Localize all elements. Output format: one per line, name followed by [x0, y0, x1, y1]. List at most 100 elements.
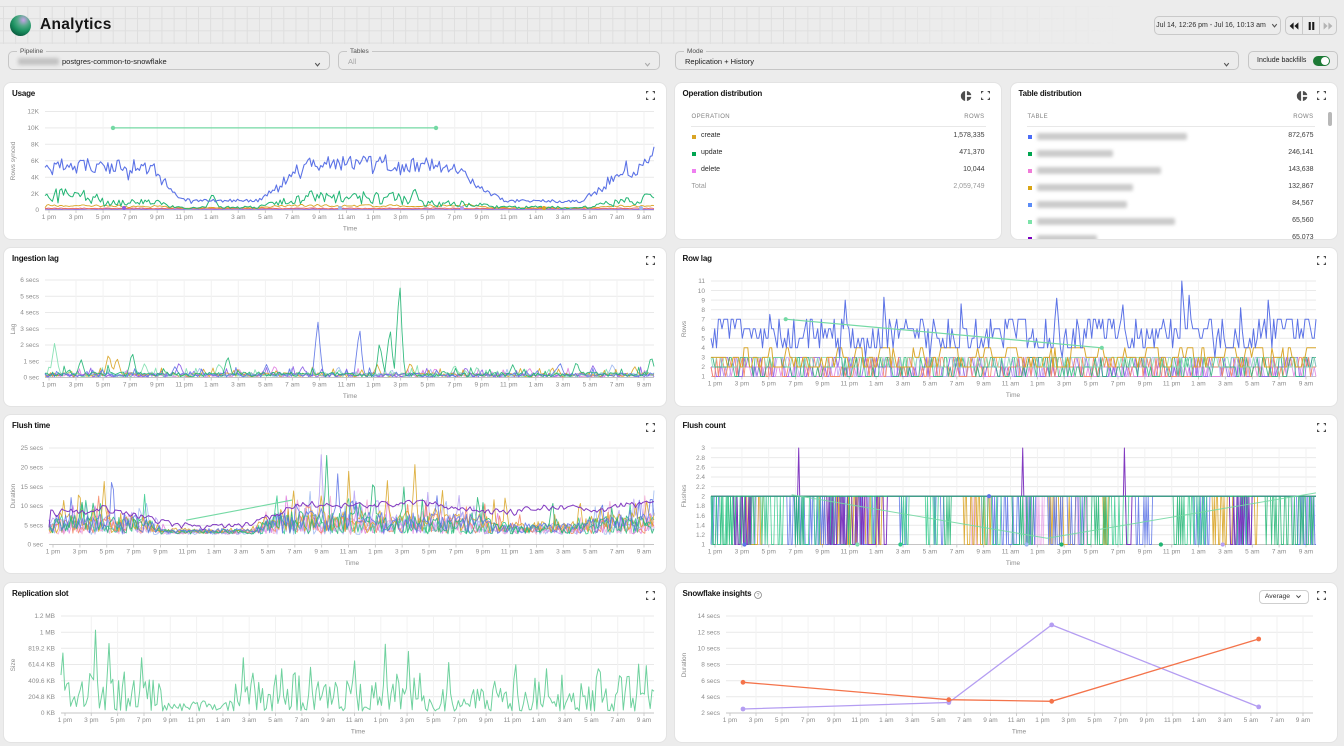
svg-text:1 pm: 1 pm [366, 382, 380, 389]
svg-text:204.8 KB: 204.8 KB [28, 694, 55, 701]
svg-text:1.8: 1.8 [695, 503, 704, 510]
svg-text:10 secs: 10 secs [21, 503, 44, 510]
svg-text:11 pm: 11 pm [175, 214, 193, 221]
svg-text:3 am: 3 am [1218, 549, 1232, 556]
svg-text:1 pm: 1 pm [366, 214, 380, 221]
svg-text:8 secs: 8 secs [701, 662, 721, 669]
svg-text:11 am: 11 am [346, 717, 364, 724]
svg-text:14 secs: 14 secs [697, 613, 720, 620]
svg-text:3 am: 3 am [895, 549, 909, 556]
svg-text:3 am: 3 am [242, 717, 256, 724]
svg-text:0 KB: 0 KB [41, 710, 55, 717]
svg-text:5 pm: 5 pm [422, 549, 436, 556]
svg-text:11 pm: 11 pm [501, 549, 519, 556]
svg-text:9 am: 9 am [1295, 717, 1309, 724]
svg-text:11 pm: 11 pm [500, 214, 518, 221]
svg-text:5 pm: 5 pm [420, 382, 434, 389]
svg-text:Time: Time [1005, 392, 1020, 399]
svg-text:11 pm: 11 pm [851, 717, 869, 724]
svg-text:Time: Time [345, 560, 360, 567]
svg-text:0 sec: 0 sec [23, 375, 39, 382]
svg-text:3 am: 3 am [234, 549, 248, 556]
svg-text:11: 11 [698, 278, 705, 285]
svg-text:11 am: 11 am [338, 382, 356, 389]
svg-text:3 pm: 3 pm [748, 717, 762, 724]
svg-text:7 am: 7 am [285, 382, 299, 389]
svg-text:7 pm: 7 pm [137, 717, 151, 724]
svg-text:1 pm: 1 pm [1035, 717, 1049, 724]
svg-text:7 pm: 7 pm [1110, 381, 1124, 388]
svg-text:8: 8 [701, 307, 705, 314]
svg-text:25 secs: 25 secs [21, 445, 44, 452]
svg-text:1: 1 [701, 542, 705, 549]
svg-text:5 am: 5 am [583, 214, 597, 221]
svg-text:5 am: 5 am [922, 549, 936, 556]
svg-text:Time: Time [351, 729, 366, 736]
svg-text:3 am: 3 am [558, 717, 572, 724]
svg-text:1 am: 1 am [531, 717, 545, 724]
svg-text:7 pm: 7 pm [447, 382, 461, 389]
svg-text:9 pm: 9 pm [150, 214, 164, 221]
svg-text:8K: 8K [31, 142, 40, 149]
svg-text:614.4 KB: 614.4 KB [28, 662, 55, 669]
svg-text:2 secs: 2 secs [701, 710, 721, 717]
svg-text:0: 0 [35, 207, 39, 214]
svg-text:7 am: 7 am [285, 214, 299, 221]
svg-text:9 pm: 9 pm [479, 717, 493, 724]
svg-text:9 pm: 9 pm [163, 717, 177, 724]
svg-text:9 pm: 9 pm [1137, 549, 1151, 556]
svg-text:11 am: 11 am [340, 549, 358, 556]
svg-text:1 am: 1 am [204, 214, 218, 221]
svg-text:1: 1 [701, 374, 705, 381]
svg-text:4 secs: 4 secs [701, 694, 721, 701]
svg-text:9 am: 9 am [976, 381, 990, 388]
svg-text:7 pm: 7 pm [123, 214, 137, 221]
svg-text:1 am: 1 am [204, 382, 218, 389]
svg-text:1.2: 1.2 [695, 532, 704, 539]
svg-text:7 pm: 7 pm [453, 717, 467, 724]
svg-text:1 am: 1 am [868, 549, 882, 556]
svg-text:6K: 6K [31, 158, 40, 165]
svg-text:2.8: 2.8 [695, 455, 704, 462]
svg-text:409.6 KB: 409.6 KB [28, 678, 55, 685]
svg-text:Time: Time [1011, 729, 1026, 736]
svg-text:7 am: 7 am [949, 549, 963, 556]
svg-text:3 pm: 3 pm [400, 717, 414, 724]
svg-text:9 pm: 9 pm [153, 549, 167, 556]
svg-text:11 pm: 11 pm [504, 717, 522, 724]
svg-text:20 secs: 20 secs [21, 465, 44, 472]
svg-text:Rows: Rows [681, 320, 688, 337]
svg-text:?: ? [756, 593, 759, 599]
svg-text:1.4: 1.4 [695, 522, 704, 529]
svg-text:3 pm: 3 pm [73, 549, 87, 556]
svg-text:3 pm: 3 pm [395, 549, 409, 556]
svg-text:11 pm: 11 pm [1164, 717, 1182, 724]
svg-text:11 pm: 11 pm [1162, 549, 1180, 556]
svg-text:5 pm: 5 pm [96, 382, 110, 389]
svg-text:2 secs: 2 secs [20, 342, 40, 349]
svg-text:2.4: 2.4 [695, 474, 704, 481]
svg-text:9 am: 9 am [637, 717, 651, 724]
svg-text:7 am: 7 am [1271, 549, 1285, 556]
svg-text:5 pm: 5 pm [96, 214, 110, 221]
svg-text:5 secs: 5 secs [24, 522, 44, 529]
svg-text:9 pm: 9 pm [476, 549, 490, 556]
svg-text:Duration: Duration [10, 483, 17, 508]
svg-text:7: 7 [701, 316, 705, 323]
svg-text:7 pm: 7 pm [123, 382, 137, 389]
svg-text:9 am: 9 am [983, 717, 997, 724]
svg-text:3 am: 3 am [556, 549, 570, 556]
svg-text:10K: 10K [27, 125, 39, 132]
svg-text:11 am: 11 am [1001, 549, 1019, 556]
svg-text:5 am: 5 am [258, 214, 272, 221]
svg-text:1 am: 1 am [1191, 717, 1205, 724]
svg-text:3 pm: 3 pm [1061, 717, 1075, 724]
svg-text:1 am: 1 am [216, 717, 230, 724]
svg-text:7 am: 7 am [610, 717, 624, 724]
svg-text:3 am: 3 am [231, 214, 245, 221]
svg-text:9 am: 9 am [976, 549, 990, 556]
svg-text:819.2 KB: 819.2 KB [28, 646, 55, 653]
svg-text:1 pm: 1 pm [1030, 549, 1044, 556]
svg-text:5 am: 5 am [583, 549, 597, 556]
svg-text:1 am: 1 am [1191, 381, 1205, 388]
